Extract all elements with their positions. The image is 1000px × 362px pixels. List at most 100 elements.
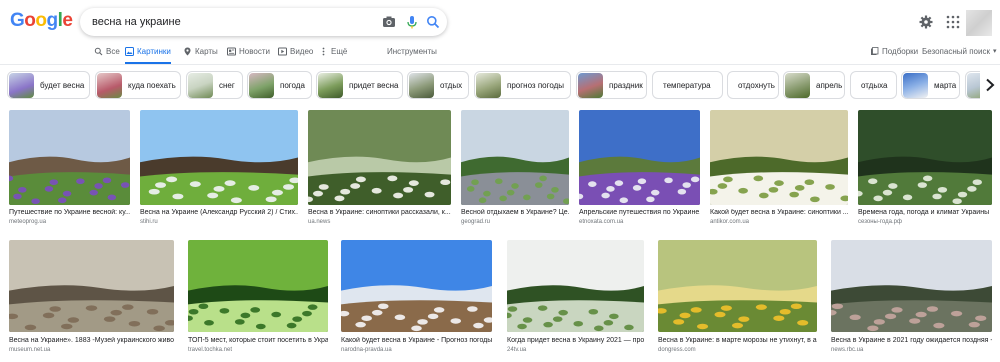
chip-thumbnail — [476, 72, 501, 98]
tab-label: Инструменты — [387, 47, 437, 56]
result-source[interactable]: geograd.ru — [461, 219, 490, 225]
result-title[interactable]: ТОП-5 мест, которые стоит посетить в Укр… — [188, 337, 328, 344]
image-icon — [125, 47, 134, 56]
result-source[interactable]: travel.tochka.net — [188, 347, 232, 353]
result-image[interactable] — [140, 110, 298, 205]
chip-budet-vesna[interactable]: будет весна — [7, 71, 90, 99]
result-title[interactable]: Какой будет весна в Украине: синоптики .… — [710, 209, 848, 216]
settings-gear-icon[interactable] — [918, 14, 934, 30]
apps-grid-icon[interactable] — [946, 15, 960, 29]
tab-label: Все — [106, 47, 120, 56]
result-image[interactable] — [858, 110, 992, 205]
chip-thumbnail — [97, 72, 122, 98]
chip-prazdnik[interactable]: праздник — [576, 71, 647, 99]
chip-temperatura[interactable]: температура — [652, 71, 723, 99]
logo-letter: o — [24, 10, 36, 31]
chip-kuda-poehat[interactable]: куда поехать — [95, 71, 181, 99]
result-image[interactable] — [710, 110, 848, 205]
chip-otdohnut[interactable]: отдохнуть — [727, 71, 779, 99]
result-image[interactable] — [461, 110, 569, 205]
chip-label: придет весна — [349, 80, 399, 90]
chip-label: праздник — [609, 80, 643, 90]
result-image[interactable] — [831, 240, 992, 332]
result-title[interactable]: Какой будет весна в Украине - Прогноз по… — [341, 337, 492, 344]
chip-label: отдохнуть — [738, 80, 775, 90]
tab-label: Картинки — [137, 47, 171, 56]
chips-next-button[interactable] — [980, 70, 1000, 100]
chip-label: отдых — [440, 80, 463, 90]
tab-more[interactable]: Ещё — [319, 47, 347, 64]
result-title[interactable]: Весна в Украине: в марте морозы не утихн… — [658, 337, 817, 344]
result-image[interactable] — [507, 240, 644, 332]
result-source[interactable]: сезоны-года.рф — [858, 219, 902, 225]
logo-letter: o — [35, 10, 47, 31]
microphone-icon[interactable] — [404, 14, 420, 30]
result-title[interactable]: Весна на Украине (Александр Русский 2) /… — [140, 209, 298, 216]
result-title[interactable]: Весна в Украине: синоптики рассказали, к… — [308, 209, 451, 216]
result-title[interactable]: Весна на Украине». 1883 -Музей украинско… — [9, 337, 174, 344]
result-source[interactable]: etnoxata.com.ua — [579, 219, 623, 225]
result-title[interactable]: Весна в Украине в 2021 году ожидается по… — [831, 337, 992, 344]
result-title[interactable]: Апрельские путешествия по Украине... — [579, 209, 700, 216]
chip-prognoz-pogody[interactable]: прогноз погоды — [474, 71, 571, 99]
result-source[interactable]: museum.net.ua — [9, 347, 50, 353]
search-tabs: Все Картинки Карты Новости Видео Ещё Инс… — [0, 44, 1000, 64]
search-box — [80, 8, 447, 36]
chip-otdyha[interactable]: отдыха — [850, 71, 897, 99]
google-logo[interactable]: Google — [10, 10, 73, 32]
result-image[interactable] — [9, 240, 174, 332]
camera-icon[interactable] — [381, 14, 397, 30]
chip-thumbnail — [409, 72, 434, 98]
tab-video[interactable]: Видео — [278, 47, 313, 64]
result-title[interactable]: Весной отдыхаем в Украине? Це... — [461, 209, 569, 216]
tab-all[interactable]: Все — [94, 47, 120, 64]
tab-label: Новости — [239, 47, 270, 56]
chip-marta[interactable]: марта — [901, 71, 960, 99]
chip-aprel[interactable]: апрель — [783, 71, 845, 99]
chip-thumbnail — [578, 72, 603, 98]
news-icon — [227, 47, 236, 56]
avatar[interactable] — [966, 10, 992, 36]
tab-images[interactable]: Картинки — [125, 47, 171, 64]
chip-pridet-vesna[interactable]: придет весна — [316, 71, 403, 99]
chip-label: температура — [663, 80, 711, 90]
result-title[interactable]: Времена года, погода и климат Украины — [858, 209, 992, 216]
result-source[interactable]: ua.news — [308, 219, 330, 225]
result-source[interactable]: meteoprog.ua — [9, 219, 46, 225]
chip-sneg[interactable]: снег — [186, 71, 243, 99]
chip-pogoda[interactable]: погода — [247, 71, 312, 99]
result-source[interactable]: antikor.com.ua — [710, 219, 749, 225]
safe-search-link[interactable]: Безопасный поиск ▾ — [922, 47, 996, 64]
result-image[interactable] — [579, 110, 700, 205]
result-source[interactable]: dongress.com — [658, 347, 696, 353]
result-image[interactable] — [341, 240, 492, 332]
result-source[interactable]: news.rbc.ua — [831, 347, 863, 353]
search-icon[interactable] — [425, 14, 441, 30]
result-title[interactable]: Путешествие по Украине весной: ку... — [9, 209, 130, 216]
tab-news[interactable]: Новости — [227, 47, 270, 64]
result-source[interactable]: 24tv.ua — [507, 347, 526, 353]
header: Google — [0, 0, 1000, 44]
result-title[interactable]: Когда придет весна в Украину 2021 — прог… — [507, 337, 644, 344]
chip-thumbnail — [318, 72, 343, 98]
result-source[interactable]: narodna-pravda.ua — [341, 347, 392, 353]
result-image[interactable] — [188, 240, 328, 332]
tools-button[interactable]: Инструменты — [387, 47, 437, 64]
chip-thumbnail — [785, 72, 810, 98]
result-image[interactable] — [658, 240, 817, 332]
chip-otdyh[interactable]: отдых — [407, 71, 469, 99]
chip-label: апрель — [816, 80, 843, 90]
result-source[interactable]: stihi.ru — [140, 219, 158, 225]
chip-label: отдыха — [861, 80, 888, 90]
tab-maps[interactable]: Карты — [183, 47, 218, 64]
more-icon — [322, 47, 325, 56]
chevron-down-icon: ▾ — [992, 48, 997, 55]
safe-search-label: Безопасный поиск — [922, 47, 990, 56]
search-input[interactable] — [92, 14, 372, 30]
video-icon — [278, 47, 287, 56]
result-image[interactable] — [308, 110, 451, 205]
search-icon — [94, 47, 103, 56]
chip-label: куда поехать — [128, 80, 176, 90]
collections-link[interactable]: Подборки — [870, 47, 918, 64]
result-image[interactable] — [9, 110, 130, 205]
